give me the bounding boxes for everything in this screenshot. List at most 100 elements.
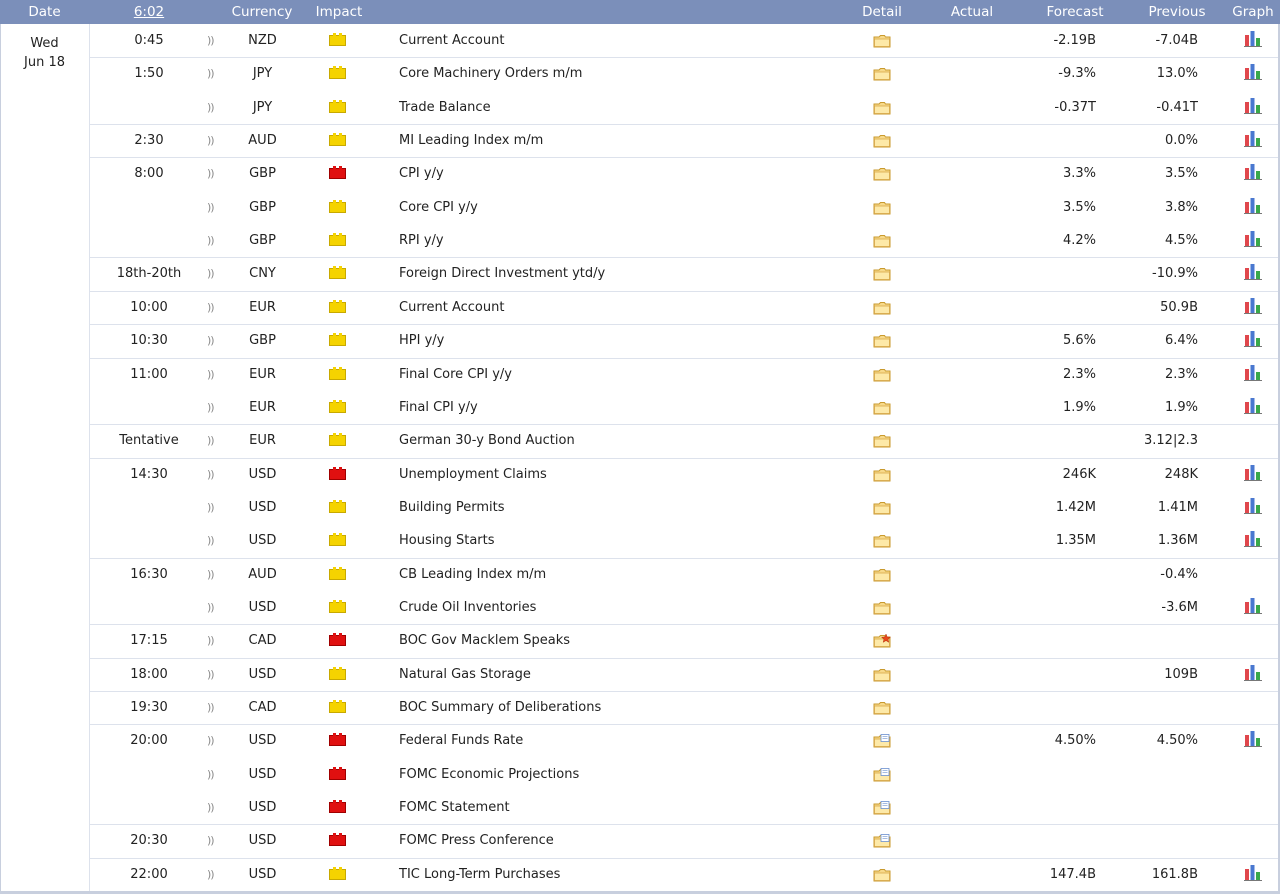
folder-detail-icon[interactable] bbox=[873, 868, 891, 882]
event-title[interactable]: Unemployment Claims bbox=[399, 467, 547, 482]
event-row[interactable]: 10:00)) EUR Current Account 50.9B bbox=[90, 291, 1278, 324]
event-row[interactable]: )) USD Building Permits 1.42M 1.41M bbox=[90, 491, 1278, 524]
sound-icon[interactable]: )) bbox=[207, 568, 217, 581]
folder-detail-icon[interactable] bbox=[873, 301, 891, 315]
event-title[interactable]: CPI y/y bbox=[399, 166, 444, 181]
bar-graph-icon[interactable] bbox=[1243, 497, 1263, 515]
sound-icon[interactable]: )) bbox=[207, 834, 217, 847]
event-title[interactable]: BOC Gov Macklem Speaks bbox=[399, 633, 570, 648]
sound-icon[interactable]: )) bbox=[207, 167, 217, 180]
event-row[interactable]: 20:30)) USD FOMC Press Conference bbox=[90, 824, 1278, 857]
folder-detail-icon[interactable] bbox=[873, 601, 891, 615]
sound-icon[interactable]: )) bbox=[207, 234, 217, 247]
folder-detail-icon[interactable] bbox=[873, 101, 891, 115]
event-row[interactable]: )) JPY Trade Balance -0.37T -0.41T bbox=[90, 91, 1278, 124]
bar-graph-icon[interactable] bbox=[1243, 63, 1263, 81]
event-title[interactable]: Building Permits bbox=[399, 500, 505, 515]
event-title[interactable]: FOMC Economic Projections bbox=[399, 767, 579, 782]
bar-graph-icon[interactable] bbox=[1243, 397, 1263, 415]
bar-graph-icon[interactable] bbox=[1243, 197, 1263, 215]
folder-document-detail-icon[interactable] bbox=[873, 734, 891, 748]
event-title[interactable]: German 30-y Bond Auction bbox=[399, 433, 575, 448]
sound-icon[interactable]: )) bbox=[207, 734, 217, 747]
bar-graph-icon[interactable] bbox=[1243, 263, 1263, 281]
bar-graph-icon[interactable] bbox=[1243, 97, 1263, 115]
event-row[interactable]: )) EUR Final CPI y/y 1.9% 1.9% bbox=[90, 391, 1278, 424]
folder-detail-icon[interactable] bbox=[873, 501, 891, 515]
event-title[interactable]: Housing Starts bbox=[399, 533, 495, 548]
bar-graph-icon[interactable] bbox=[1243, 30, 1263, 48]
folder-document-detail-icon[interactable] bbox=[873, 834, 891, 848]
bar-graph-icon[interactable] bbox=[1243, 163, 1263, 181]
folder-detail-icon[interactable] bbox=[873, 334, 891, 348]
sound-icon[interactable]: )) bbox=[207, 368, 217, 381]
event-row[interactable]: 8:00)) GBP CPI y/y 3.3% 3.5% bbox=[90, 157, 1278, 190]
event-row[interactable]: 18:00)) USD Natural Gas Storage 109B bbox=[90, 658, 1278, 691]
bar-graph-icon[interactable] bbox=[1243, 730, 1263, 748]
bar-graph-icon[interactable] bbox=[1243, 530, 1263, 548]
event-row[interactable]: 0:45)) NZD Current Account -2.19B -7.04B bbox=[90, 24, 1278, 57]
sound-icon[interactable]: )) bbox=[207, 534, 217, 547]
event-row[interactable]: 20:00)) USD Federal Funds Rate 4.50% 4.50% bbox=[90, 724, 1278, 757]
event-row[interactable]: 18th-20th)) CNY Foreign Direct Investment … bbox=[90, 257, 1278, 290]
event-title[interactable]: HPI y/y bbox=[399, 333, 444, 348]
event-row[interactable]: 2:30)) AUD MI Leading Index m/m 0.0% bbox=[90, 124, 1278, 157]
sound-icon[interactable]: )) bbox=[207, 434, 217, 447]
event-row[interactable]: )) USD Housing Starts 1.35M 1.36M bbox=[90, 524, 1278, 557]
sound-icon[interactable]: )) bbox=[207, 401, 217, 414]
event-title[interactable]: Core CPI y/y bbox=[399, 200, 478, 215]
sound-icon[interactable]: )) bbox=[207, 601, 217, 614]
bar-graph-icon[interactable] bbox=[1243, 864, 1263, 882]
event-row[interactable]: 16:30)) AUD CB Leading Index m/m -0.4% bbox=[90, 558, 1278, 591]
event-row[interactable]: )) USD Crude Oil Inventories -3.6M bbox=[90, 591, 1278, 624]
bar-graph-icon[interactable] bbox=[1243, 597, 1263, 615]
bar-graph-icon[interactable] bbox=[1243, 364, 1263, 382]
folder-detail-icon[interactable] bbox=[873, 234, 891, 248]
event-title[interactable]: BOC Summary of Deliberations bbox=[399, 700, 601, 715]
folder-detail-icon[interactable] bbox=[873, 267, 891, 281]
event-title[interactable]: Natural Gas Storage bbox=[399, 667, 531, 682]
folder-detail-icon[interactable] bbox=[873, 701, 891, 715]
event-title[interactable]: MI Leading Index m/m bbox=[399, 133, 543, 148]
event-row[interactable]: )) USD FOMC Statement bbox=[90, 791, 1278, 824]
sound-icon[interactable]: )) bbox=[207, 267, 217, 280]
sound-icon[interactable]: )) bbox=[207, 301, 217, 314]
folder-detail-icon[interactable] bbox=[873, 34, 891, 48]
event-title[interactable]: Foreign Direct Investment ytd/y bbox=[399, 266, 605, 281]
sound-icon[interactable]: )) bbox=[207, 501, 217, 514]
folder-detail-icon[interactable] bbox=[873, 134, 891, 148]
event-title[interactable]: FOMC Press Conference bbox=[399, 833, 554, 848]
sound-icon[interactable]: )) bbox=[207, 201, 217, 214]
event-row[interactable]: 14:30)) USD Unemployment Claims 246K 248K bbox=[90, 458, 1278, 491]
folder-detail-icon[interactable] bbox=[873, 668, 891, 682]
folder-detail-icon[interactable] bbox=[873, 67, 891, 81]
event-row[interactable]: )) GBP Core CPI y/y 3.5% 3.8% bbox=[90, 191, 1278, 224]
event-row[interactable]: )) USD FOMC Economic Projections bbox=[90, 758, 1278, 791]
sound-icon[interactable]: )) bbox=[207, 101, 217, 114]
sound-icon[interactable]: )) bbox=[207, 768, 217, 781]
sound-icon[interactable]: )) bbox=[207, 701, 217, 714]
header-date[interactable]: Date bbox=[0, 4, 89, 20]
event-title[interactable]: Final CPI y/y bbox=[399, 400, 478, 415]
folder-detail-icon[interactable] bbox=[873, 434, 891, 448]
bar-graph-icon[interactable] bbox=[1243, 230, 1263, 248]
folder-detail-icon[interactable] bbox=[873, 468, 891, 482]
event-row[interactable]: 1:50)) JPY Core Machinery Orders m/m -9.3% 1… bbox=[90, 57, 1278, 90]
bar-graph-icon[interactable] bbox=[1243, 130, 1263, 148]
sound-icon[interactable]: )) bbox=[207, 634, 217, 647]
folder-detail-icon[interactable] bbox=[873, 568, 891, 582]
event-row[interactable]: 17:15)) CAD BOC Gov Macklem Speaks bbox=[90, 624, 1278, 657]
bar-graph-icon[interactable] bbox=[1243, 664, 1263, 682]
event-title[interactable]: RPI y/y bbox=[399, 233, 444, 248]
bar-graph-icon[interactable] bbox=[1243, 297, 1263, 315]
event-title[interactable]: Current Account bbox=[399, 300, 504, 315]
event-row[interactable]: 22:00)) USD TIC Long-Term Purchases 147.4B 1… bbox=[90, 858, 1278, 891]
sound-icon[interactable]: )) bbox=[207, 134, 217, 147]
folder-document-detail-icon[interactable] bbox=[873, 768, 891, 782]
event-row[interactable]: 11:00)) EUR Final Core CPI y/y 2.3% 2.3% bbox=[90, 358, 1278, 391]
sound-icon[interactable]: )) bbox=[207, 868, 217, 881]
event-title[interactable]: Trade Balance bbox=[399, 100, 491, 115]
bar-graph-icon[interactable] bbox=[1243, 330, 1263, 348]
event-title[interactable]: Current Account bbox=[399, 33, 504, 48]
sound-icon[interactable]: )) bbox=[207, 668, 217, 681]
